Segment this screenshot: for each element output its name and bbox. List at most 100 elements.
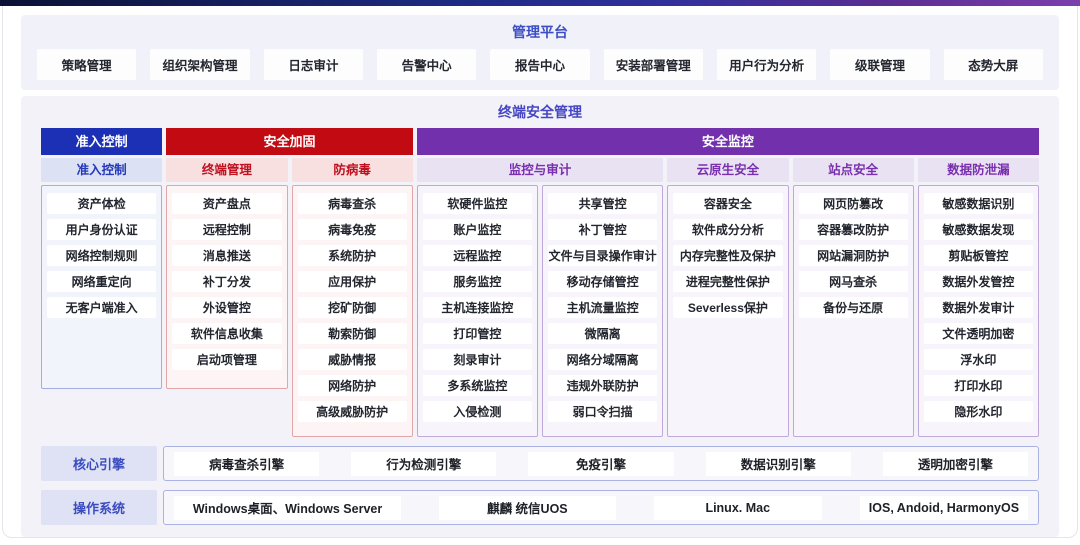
operating-systems-box: Windows桌面、Windows Server 麒麟 统信UOS Linux. M… [163, 490, 1039, 525]
feature-item: 刻录审计 [423, 349, 532, 370]
feature-item: 远程监控 [423, 245, 532, 266]
engine-item: 行为检测引擎 [351, 452, 496, 476]
mgmt-button-5: 安装部署管理 [604, 49, 703, 80]
feature-item: 数据外发审计 [924, 297, 1033, 318]
capability-matrix: 准入控制安全加固安全监控准入控制终端管理防病毒监控与审计云原生安全站点安全数据防… [41, 128, 1039, 437]
feature-item: 远程控制 [172, 219, 281, 240]
feature-item: 微隔离 [548, 323, 657, 344]
feature-item: 用户身份认证 [47, 219, 156, 240]
feature-item: 软硬件监控 [423, 193, 532, 214]
feature-item: 敏感数据发现 [924, 219, 1033, 240]
feature-item: 账户监控 [423, 219, 532, 240]
subheader-antivirus: 防病毒 [292, 158, 413, 182]
feature-item: 系统防护 [298, 245, 407, 266]
os-item: Linux. Mac [654, 496, 822, 520]
core-engines-label: 核心引擎 [41, 446, 157, 481]
feature-item: 病毒免疫 [298, 219, 407, 240]
management-platform-title: 管理平台 [37, 22, 1043, 42]
mgmt-button-3: 告警中心 [377, 49, 476, 80]
subheader-cloud-native-security: 云原生安全 [667, 158, 788, 182]
feature-item: 容器安全 [673, 193, 782, 214]
mgmt-button-7: 级联管理 [830, 49, 929, 80]
feature-item: 打印管控 [423, 323, 532, 344]
os-item: IOS, Andoid, HarmonyOS [860, 496, 1028, 520]
mgmt-button-6: 用户行为分析 [717, 49, 816, 80]
feature-item: 打印水印 [924, 375, 1033, 396]
feature-item: 隐形水印 [924, 401, 1033, 422]
group-header-access-control: 准入控制 [41, 128, 162, 155]
feature-item: 病毒查杀 [298, 193, 407, 214]
feature-item: 启动项管理 [172, 349, 281, 370]
subheader-monitoring-audit: 监控与审计 [417, 158, 664, 182]
column-access-control: 资产体检用户身份认证网络控制规则网络重定向无客户端准入 [41, 185, 162, 389]
feature-item: Severless保护 [673, 297, 782, 318]
engine-item: 数据识别引擎 [706, 452, 851, 476]
engine-item: 病毒查杀引擎 [174, 452, 319, 476]
feature-item: 备份与还原 [799, 297, 908, 318]
engine-item: 透明加密引擎 [883, 452, 1028, 476]
column-monitoring-audit-2: 共享管控补丁管控文件与目录操作审计移动存储管控主机流量监控微隔离网络分域隔离违规… [542, 185, 663, 437]
feature-item: 软件成分分析 [673, 219, 782, 240]
subheader-terminal-management: 终端管理 [166, 158, 287, 182]
feature-item: 资产体检 [47, 193, 156, 214]
feature-item: 入侵检测 [423, 401, 532, 422]
feature-item: 移动存储管控 [548, 271, 657, 292]
mgmt-button-1: 组织架构管理 [150, 49, 249, 80]
mgmt-button-8: 态势大屏 [944, 49, 1043, 80]
column-terminal-management: 资产盘点远程控制消息推送补丁分发外设管控软件信息收集启动项管理 [166, 185, 287, 389]
os-item: Windows桌面、Windows Server [174, 496, 401, 520]
feature-item: 文件与目录操作审计 [548, 245, 657, 266]
subheader-site-security: 站点安全 [793, 158, 914, 182]
feature-item: 网络分域隔离 [548, 349, 657, 370]
engine-item: 免疫引擎 [528, 452, 673, 476]
feature-item: 威胁情报 [298, 349, 407, 370]
column-data-leak-prevention: 敏感数据识别敏感数据发现剪贴板管控数据外发管控数据外发审计文件透明加密浮水印打印… [918, 185, 1039, 437]
feature-item: 敏感数据识别 [924, 193, 1033, 214]
mgmt-button-2: 日志审计 [264, 49, 363, 80]
feature-item: 应用保护 [298, 271, 407, 292]
core-engines-box: 病毒查杀引擎 行为检测引擎 免疫引擎 数据识别引擎 透明加密引擎 [163, 446, 1039, 481]
column-antivirus: 病毒查杀病毒免疫系统防护应用保护挖矿防御勒索防御威胁情报网络防护高级威胁防护 [292, 185, 413, 437]
feature-item: 网络控制规则 [47, 245, 156, 266]
feature-item: 弱口令扫描 [548, 401, 657, 422]
mgmt-button-0: 策略管理 [37, 49, 136, 80]
group-header-security-hardening: 安全加固 [166, 128, 413, 155]
feature-item: 共享管控 [548, 193, 657, 214]
operating-systems-label: 操作系统 [41, 490, 157, 525]
feature-item: 内存完整性及保护 [673, 245, 782, 266]
feature-item: 数据外发管控 [924, 271, 1033, 292]
feature-item: 网页防篡改 [799, 193, 908, 214]
feature-item: 补丁管控 [548, 219, 657, 240]
feature-item: 网络防护 [298, 375, 407, 396]
feature-item: 文件透明加密 [924, 323, 1033, 344]
feature-item: 容器篡改防护 [799, 219, 908, 240]
feature-item: 主机连接监控 [423, 297, 532, 318]
feature-item: 网马查杀 [799, 271, 908, 292]
os-item: 麒麟 统信UOS [439, 496, 616, 520]
column-monitoring-audit-1: 软硬件监控账户监控远程监控服务监控主机连接监控打印管控刻录审计多系统监控入侵检测 [417, 185, 538, 437]
feature-item: 剪贴板管控 [924, 245, 1033, 266]
feature-item: 消息推送 [172, 245, 281, 266]
feature-item: 补丁分发 [172, 271, 281, 292]
column-cloud-native-security: 容器安全软件成分分析内存完整性及保护进程完整性保护 Severless保护 [667, 185, 788, 437]
feature-item: 无客户端准入 [47, 297, 156, 318]
feature-item: 多系统监控 [423, 375, 532, 396]
feature-item: 主机流量监控 [548, 297, 657, 318]
feature-item: 挖矿防御 [298, 297, 407, 318]
feature-item: 资产盘点 [172, 193, 281, 214]
feature-item: 网站漏洞防护 [799, 245, 908, 266]
column-site-security: 网页防篡改容器篡改防护网站漏洞防护网马查杀备份与还原 [793, 185, 914, 437]
core-engines-row: 核心引擎 病毒查杀引擎 行为检测引擎 免疫引擎 数据识别引擎 透明加密引擎 [41, 446, 1039, 481]
operating-systems-row: 操作系统 Windows桌面、Windows Server 麒麟 统信UOS Lin… [41, 490, 1039, 525]
feature-item: 高级威胁防护 [298, 401, 407, 422]
feature-item: 违规外联防护 [548, 375, 657, 396]
group-header-security-monitoring: 安全监控 [417, 128, 1039, 155]
page-card: 管理平台 策略管理组织架构管理日志审计告警中心报告中心安装部署管理用户行为分析级… [2, 6, 1078, 538]
feature-item: 进程完整性保护 [673, 271, 782, 292]
feature-item: 软件信息收集 [172, 323, 281, 344]
endpoint-security-title: 终端安全管理 [41, 102, 1039, 122]
subheader-access-control: 准入控制 [41, 158, 162, 182]
subheader-data-leak-prevention: 数据防泄漏 [918, 158, 1039, 182]
feature-item: 勒索防御 [298, 323, 407, 344]
mgmt-button-4: 报告中心 [490, 49, 589, 80]
